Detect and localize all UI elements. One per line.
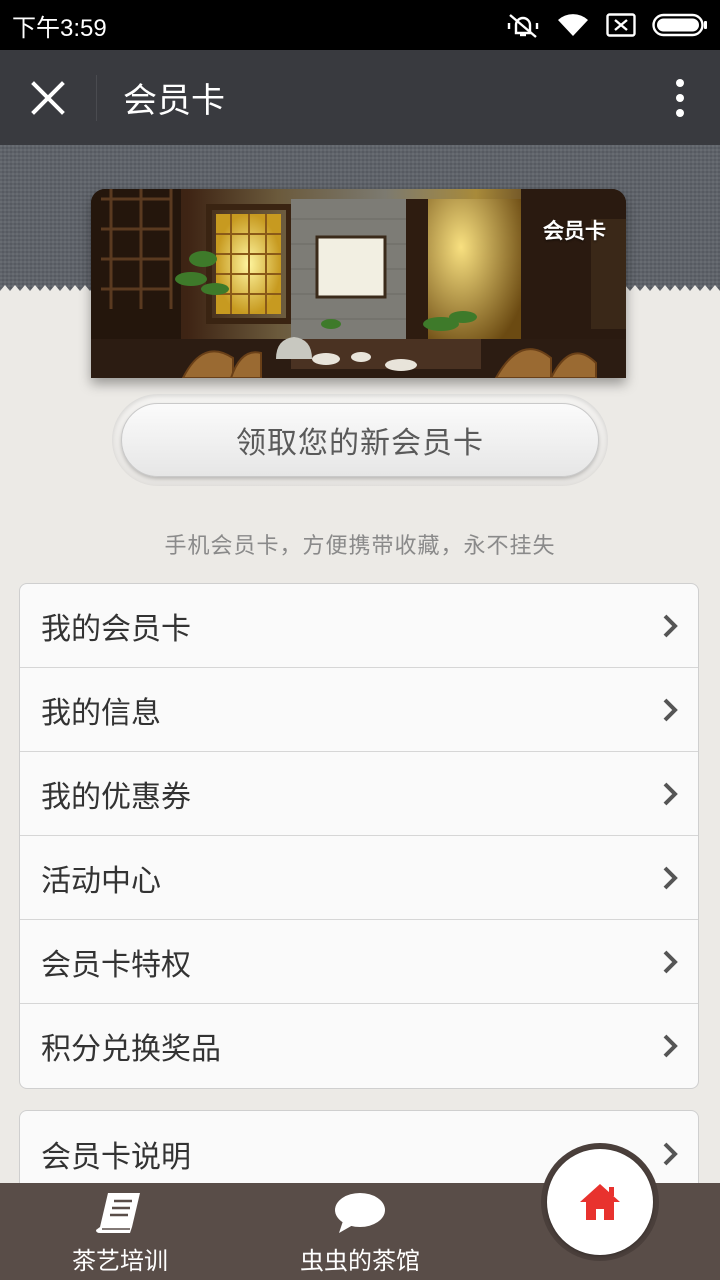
more-vertical-icon bbox=[676, 78, 684, 117]
battery-icon bbox=[652, 13, 708, 37]
claim-card-button[interactable]: 领取您的新会员卡 bbox=[121, 403, 599, 477]
close-icon bbox=[31, 80, 65, 115]
menu-item-label: 我的信息 bbox=[41, 695, 161, 731]
tagline: 手机会员卡，方便携带收藏，永不挂失 bbox=[164, 534, 556, 559]
menu-item-label: 我的优惠券 bbox=[41, 779, 191, 815]
nav-tea-training[interactable]: 茶艺培训 bbox=[0, 1183, 240, 1280]
status-icons bbox=[506, 11, 708, 39]
menu-item-label: 积分兑换奖品 bbox=[41, 1032, 221, 1067]
card-label: 会员卡 bbox=[543, 219, 606, 243]
menu-item-card-privileges[interactable]: 会员卡特权 bbox=[20, 920, 698, 1004]
chevron-right-icon bbox=[663, 950, 678, 973]
wifi-icon bbox=[556, 12, 590, 38]
vibrate-off-icon bbox=[506, 11, 540, 39]
menu-item-activity-center[interactable]: 活动中心 bbox=[20, 836, 698, 920]
close-button[interactable] bbox=[0, 50, 96, 145]
menu-item-label: 我的会员卡 bbox=[41, 611, 191, 647]
chevron-right-icon bbox=[663, 1142, 678, 1166]
chevron-right-icon bbox=[663, 614, 678, 637]
status-time: 下午3:59 bbox=[12, 14, 107, 42]
nav-label: 茶艺培训 bbox=[72, 1247, 168, 1275]
menu-item-label: 活动中心 bbox=[41, 863, 161, 899]
menu-item-my-card[interactable]: 我的会员卡 bbox=[20, 584, 698, 668]
chevron-right-icon bbox=[663, 866, 678, 889]
home-button-ring bbox=[541, 1143, 659, 1261]
book-icon bbox=[96, 1193, 140, 1233]
chevron-right-icon bbox=[663, 782, 678, 805]
more-button[interactable] bbox=[640, 50, 720, 145]
chat-bubble-icon bbox=[335, 1193, 385, 1233]
menu-list: 我的会员卡 我的信息 我的优惠券 活动中心 会员卡特权 积分兑换奖品 bbox=[19, 583, 699, 1089]
nav-tea-house[interactable]: 虫虫的茶馆 bbox=[240, 1183, 480, 1280]
menu-item-points-exchange[interactable]: 积分兑换奖品 bbox=[20, 1004, 698, 1088]
menu-item-my-info[interactable]: 我的信息 bbox=[20, 668, 698, 752]
menu-item-label: 会员卡说明 bbox=[41, 1140, 191, 1175]
chevron-right-icon bbox=[663, 698, 678, 721]
home-icon bbox=[580, 1184, 620, 1220]
home-button[interactable] bbox=[547, 1149, 653, 1255]
menu-item-my-coupons[interactable]: 我的优惠券 bbox=[20, 752, 698, 836]
chevron-right-icon bbox=[663, 1034, 678, 1058]
title-divider bbox=[96, 74, 97, 121]
page-title: 会员卡 bbox=[123, 81, 225, 121]
claim-button-well: 领取您的新会员卡 bbox=[112, 394, 608, 486]
menu-item-label: 会员卡特权 bbox=[41, 947, 191, 983]
title-bar: 会员卡 bbox=[0, 50, 720, 145]
nav-label: 虫虫的茶馆 bbox=[300, 1247, 420, 1275]
membership-card[interactable]: 会员卡 bbox=[91, 189, 626, 378]
status-bar: 下午3:59 bbox=[0, 0, 720, 50]
sim-x-icon bbox=[606, 13, 636, 37]
